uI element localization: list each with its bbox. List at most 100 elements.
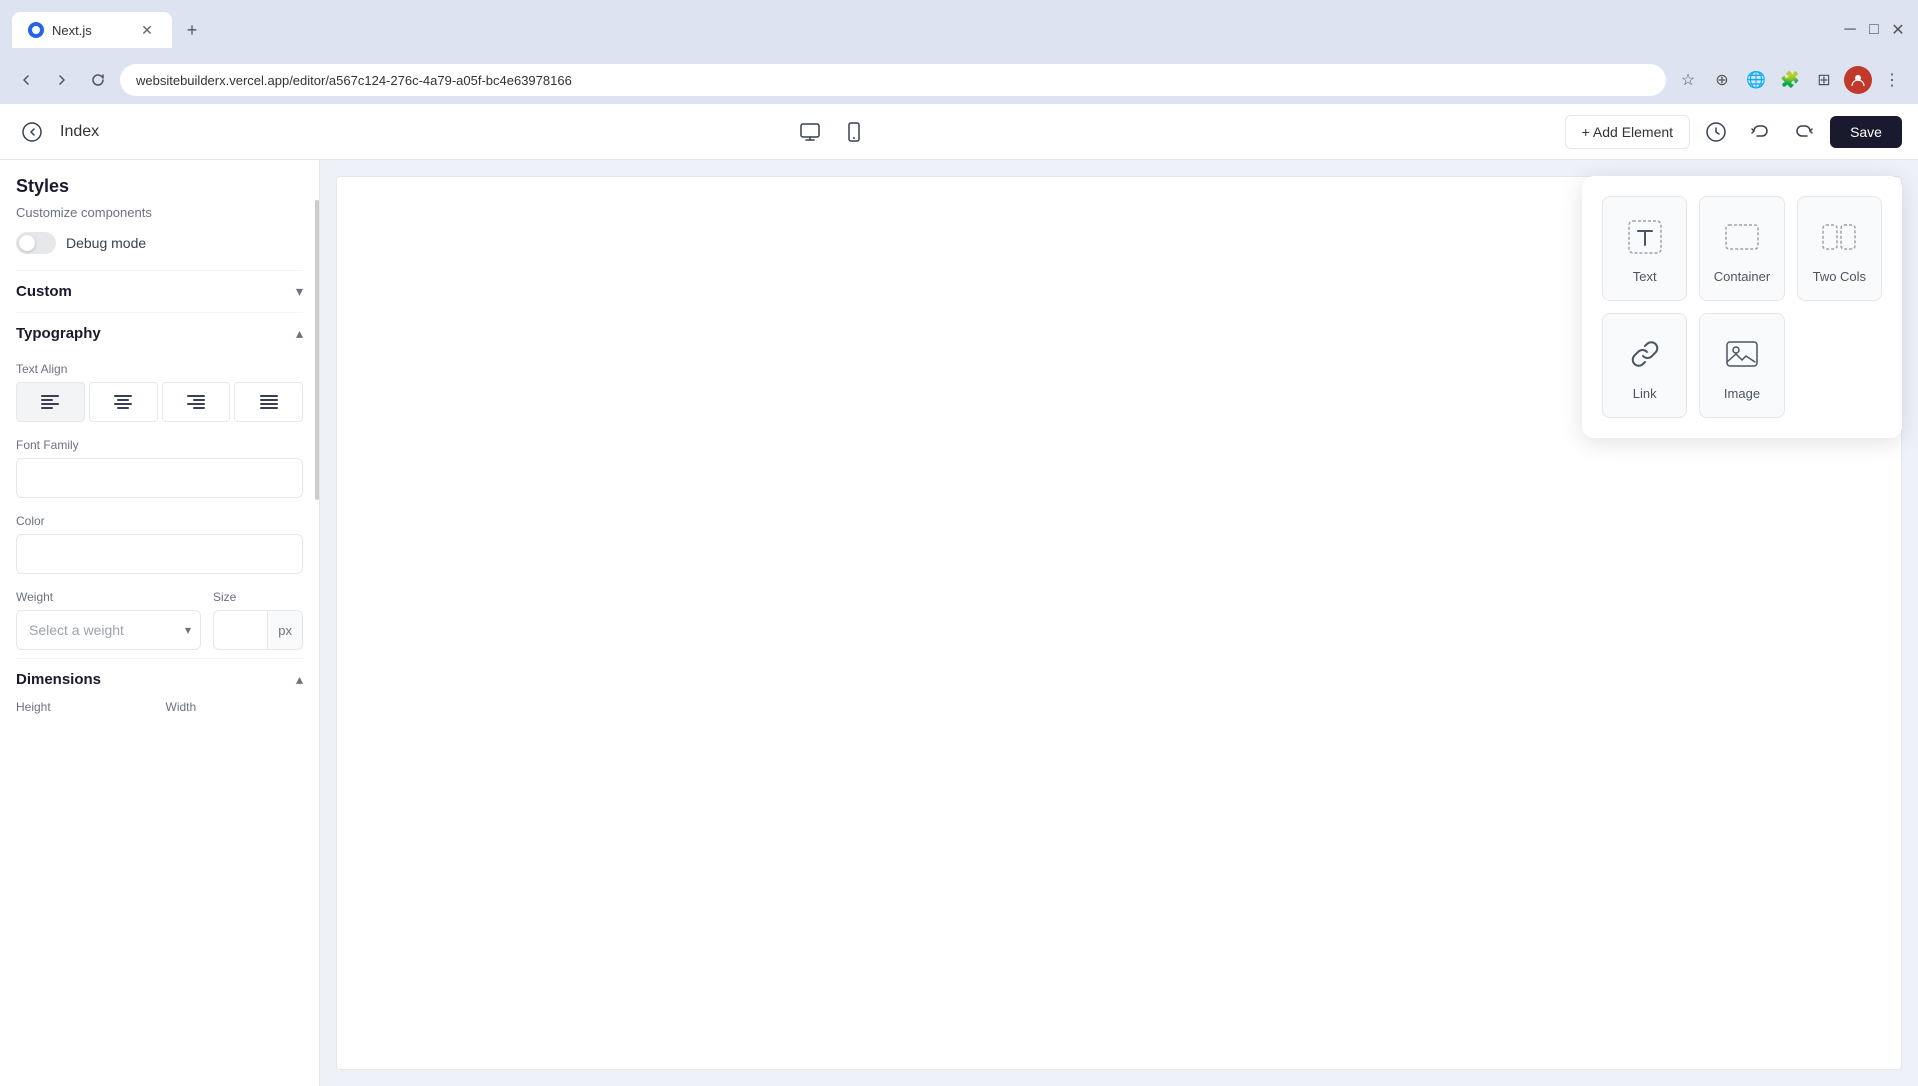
sidebar: Styles Customize components Debug mode C… [0,160,320,1086]
text-align-field: Text Align [16,362,303,422]
desktop-view-button[interactable] [792,114,828,150]
weight-size-row: Weight Select a weight 100 - Thin 200 - … [16,590,303,650]
globe-icon[interactable]: 🌐 [1742,66,1770,94]
toggle-knob [19,235,35,251]
width-field: Width [166,700,304,720]
color-field: Color [16,514,303,574]
element-container[interactable]: Container [1699,196,1784,301]
font-family-input[interactable] [16,458,303,498]
two-cols-element-icon [1815,213,1863,261]
weight-field: Weight Select a weight 100 - Thin 200 - … [16,590,201,650]
dimensions-chevron-icon: ▴ [296,671,303,688]
page-back-button[interactable] [16,116,48,148]
link-element-icon [1621,330,1669,378]
back-nav-button[interactable] [12,66,40,94]
debug-mode-label: Debug mode [66,235,146,251]
mobile-view-button[interactable] [836,114,872,150]
image-element-icon [1718,330,1766,378]
text-align-group [16,382,303,422]
tab-bar: Next.js ✕ + [12,12,1834,48]
element-link[interactable]: Link [1602,313,1687,418]
element-picker: Text Container [1582,176,1902,438]
bookmark-icon[interactable]: ☆ [1674,66,1702,94]
font-family-field: Font Family [16,438,303,498]
address-bar-row: ☆ ⊕ 🌐 🧩 ⊞ ⋮ [0,60,1918,104]
color-input[interactable] [16,534,303,574]
typography-section-title: Typography [16,325,101,342]
sidebar-scrollbar[interactable] [315,160,319,1086]
tab-close-button[interactable]: ✕ [138,21,156,39]
text-element-icon [1621,213,1669,261]
color-label: Color [16,514,303,528]
align-center-button[interactable] [89,382,158,422]
styles-title: Styles [16,176,303,197]
active-tab[interactable]: Next.js ✕ [12,12,172,48]
app-container: Index + Add Element Save [0,104,1918,1086]
maximize-button[interactable]: □ [1866,22,1882,38]
avatar[interactable] [1844,66,1872,94]
tab-favicon [28,22,44,38]
size-input[interactable] [213,610,267,650]
save-button[interactable]: Save [1830,116,1902,148]
size-label: Size [213,590,303,604]
browser-chrome: Next.js ✕ + ─ □ ✕ [0,0,1918,60]
debug-mode-row: Debug mode [16,232,303,254]
typography-section-header[interactable]: Typography ▴ [16,312,303,354]
text-element-label: Text [1633,269,1657,284]
image-element-label: Image [1724,386,1760,401]
page-title: Index [60,123,99,141]
dimensions-fields: Height Width [16,700,303,720]
debug-mode-toggle[interactable] [16,232,56,254]
close-window-button[interactable]: ✕ [1890,22,1906,38]
minimize-button[interactable]: ─ [1842,22,1858,38]
container-element-icon [1718,213,1766,261]
weight-select[interactable]: Select a weight 100 - Thin 200 - Extra L… [16,610,201,650]
text-align-label: Text Align [16,362,303,376]
height-label: Height [16,700,154,714]
app-header: Index + Add Element Save [0,104,1918,160]
typography-content: Text Align [16,354,303,650]
align-right-button[interactable] [162,382,231,422]
extension-icon[interactable]: ⊕ [1708,66,1736,94]
menu-icon[interactable]: ⋮ [1878,66,1906,94]
puzzle-icon[interactable]: 🧩 [1776,66,1804,94]
forward-nav-button[interactable] [48,66,76,94]
device-toggle [792,114,872,150]
tab-title: Next.js [52,23,92,38]
weight-label: Weight [16,590,201,604]
font-family-label: Font Family [16,438,303,452]
two-cols-element-label: Two Cols [1813,269,1866,284]
redo-button[interactable] [1786,114,1822,150]
weight-select-wrapper: Select a weight 100 - Thin 200 - Extra L… [16,610,201,650]
link-element-label: Link [1633,386,1657,401]
browser-toolbar: ☆ ⊕ 🌐 🧩 ⊞ ⋮ [1674,66,1906,94]
width-label: Width [166,700,304,714]
custom-section-title: Custom [16,283,72,300]
undo-button[interactable] [1742,114,1778,150]
main-content: Styles Customize components Debug mode C… [0,160,1918,1086]
size-field: Size px [213,590,303,650]
element-image[interactable]: Image [1699,313,1784,418]
element-text[interactable]: Text [1602,196,1687,301]
size-input-wrapper: px [213,610,303,650]
add-element-button[interactable]: + Add Element [1565,115,1690,149]
align-justify-button[interactable] [234,382,303,422]
styles-section: Styles Customize components Debug mode [16,176,303,254]
window-controls: ─ □ ✕ [1842,22,1906,38]
dimensions-section-header[interactable]: Dimensions ▴ [16,658,303,700]
canvas-area[interactable]: Text Container [320,160,1918,1086]
custom-section-header[interactable]: Custom ▾ [16,270,303,312]
typography-chevron-icon: ▴ [296,325,303,342]
customize-link[interactable]: Customize components [16,205,303,220]
reload-button[interactable] [84,66,112,94]
extensions-icon[interactable]: ⊞ [1810,66,1838,94]
custom-chevron-icon: ▾ [296,283,303,300]
sidebar-scrollbar-thumb [315,200,319,500]
size-unit: px [267,610,303,650]
address-input[interactable] [120,64,1666,96]
element-two-cols[interactable]: Two Cols [1797,196,1882,301]
new-tab-button[interactable]: + [178,16,206,44]
align-left-button[interactable] [16,382,85,422]
preview-button[interactable] [1698,114,1734,150]
dimensions-section-title: Dimensions [16,671,101,688]
